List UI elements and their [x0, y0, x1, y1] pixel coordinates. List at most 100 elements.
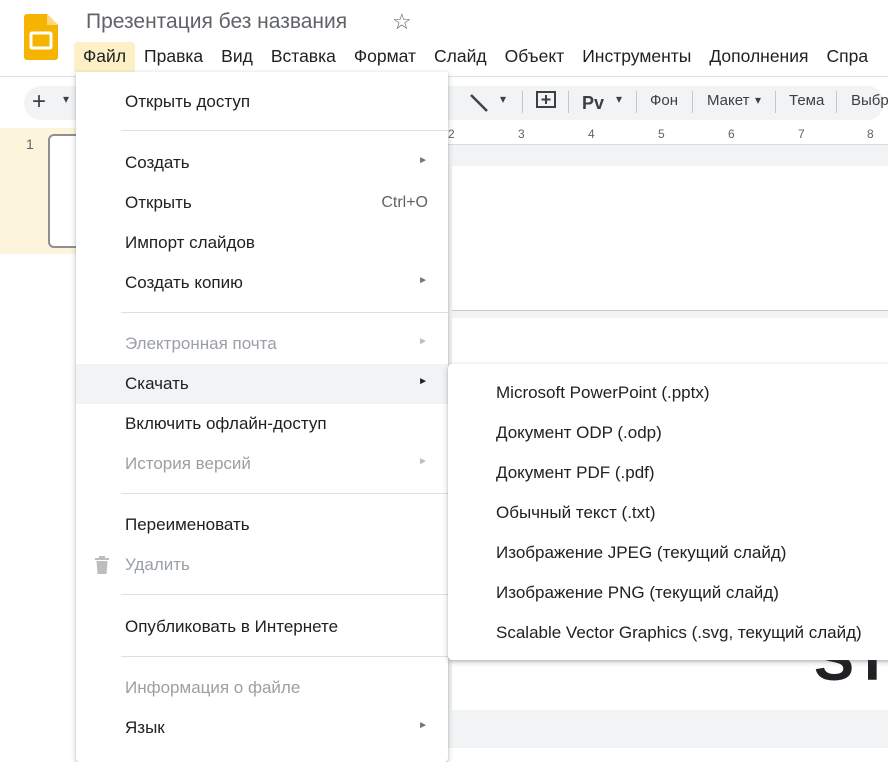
toolbar-separator	[636, 91, 637, 113]
ruler-tick: 4	[588, 127, 595, 141]
trash-icon	[95, 556, 109, 574]
download-svg[interactable]: Scalable Vector Graphics (.svg, текущий …	[448, 613, 888, 653]
submenu-arrow-icon: ►	[418, 376, 428, 387]
menu-item-label: Электронная почта	[125, 334, 277, 353]
menu-item-label: Скачать	[125, 374, 189, 393]
menu-edit[interactable]: Правка	[135, 42, 212, 72]
menu-item-download[interactable]: Скачать ►	[76, 364, 448, 404]
download-pdf[interactable]: Документ PDF (.pdf)	[448, 453, 888, 493]
menu-divider	[121, 656, 448, 657]
ruler-tick: 5	[658, 127, 665, 141]
menu-item-import-slides[interactable]: Импорт слайдов	[76, 223, 448, 263]
submenu-item-label: Microsoft PowerPoint (.pptx)	[496, 383, 710, 402]
download-submenu: Microsoft PowerPoint (.pptx) Документ OD…	[448, 364, 888, 660]
menu-item-version-history: История версий ►	[76, 444, 448, 484]
menu-divider	[121, 594, 448, 595]
layout-dropdown-icon[interactable]: ▾	[755, 93, 761, 107]
submenu-item-label: Scalable Vector Graphics (.svg, текущий …	[496, 623, 862, 642]
ruler-tick: 6	[728, 127, 735, 141]
menu-view[interactable]: Вид	[212, 42, 262, 72]
toolbar-separator	[775, 91, 776, 113]
submenu-item-label: Документ PDF (.pdf)	[496, 463, 655, 482]
theme-button[interactable]: Тема	[789, 92, 824, 109]
app-header: Презентация без названия ☆ Файл Правка В…	[0, 0, 888, 76]
menu-file[interactable]: Файл	[74, 42, 136, 72]
menu-format[interactable]: Формат	[345, 42, 425, 72]
select-button[interactable]: Выбр	[851, 92, 888, 109]
menu-item-label: Информация о файле	[125, 678, 301, 697]
menu-item-make-copy[interactable]: Создать копию ►	[76, 263, 448, 303]
ruler-tick: 7	[798, 127, 805, 141]
download-odp[interactable]: Документ ODP (.odp)	[448, 413, 888, 453]
menu-item-label: Опубликовать в Интернете	[125, 617, 339, 636]
line-dropdown-icon[interactable]: ▾	[500, 92, 506, 106]
slide-number: 1	[26, 136, 34, 152]
submenu-item-label: Изображение JPEG (текущий слайд)	[496, 543, 787, 562]
menu-help[interactable]: Спра	[817, 42, 877, 72]
menu-item-label: Язык	[125, 718, 165, 737]
menu-item-label: Открыть	[125, 193, 192, 212]
menu-tools[interactable]: Инструменты	[573, 42, 700, 72]
menu-item-rename[interactable]: Переименовать	[76, 505, 448, 545]
menu-item-label: Создать копию	[125, 273, 243, 292]
menu-item-delete: Удалить	[76, 545, 448, 585]
slides-logo-icon[interactable]	[24, 14, 58, 60]
menu-item-label: Переименовать	[125, 515, 250, 534]
paint-dropdown-icon[interactable]: ▾	[616, 92, 622, 106]
svg-text:Pv: Pv	[582, 93, 604, 113]
menu-object[interactable]: Объект	[496, 42, 574, 72]
document-title[interactable]: Презентация без названия	[86, 10, 347, 34]
format-paint-icon[interactable]: Pv	[582, 92, 608, 114]
menu-insert[interactable]: Вставка	[262, 42, 345, 72]
slide-canvas-top[interactable]	[452, 166, 888, 311]
toolbar-separator	[568, 91, 569, 113]
toolbar-separator	[836, 91, 837, 113]
horizontal-ruler: 2 3 4 5 6 7 8	[446, 126, 888, 145]
submenu-arrow-icon: ►	[418, 456, 428, 467]
menu-item-label: Создать	[125, 153, 190, 172]
menu-item-share[interactable]: Открыть доступ	[76, 82, 448, 122]
download-txt[interactable]: Обычный текст (.txt)	[448, 493, 888, 533]
menu-item-label: Импорт слайдов	[125, 233, 255, 252]
shortcut-text: Ctrl+O	[381, 194, 428, 211]
menu-item-open[interactable]: Открыть Ctrl+O	[76, 183, 448, 223]
submenu-arrow-icon: ►	[418, 720, 428, 731]
menu-item-label: История версий	[125, 454, 251, 473]
file-menu: Открыть доступ Создать ► Открыть Ctrl+O …	[76, 72, 448, 762]
menu-item-publish[interactable]: Опубликовать в Интернете	[76, 607, 448, 647]
submenu-item-label: Документ ODP (.odp)	[496, 423, 662, 442]
background-button[interactable]: Фон	[650, 92, 678, 109]
menu-addons[interactable]: Дополнения	[700, 42, 817, 72]
menubar: Файл Правка Вид Вставка Формат Слайд Объ…	[74, 42, 877, 72]
submenu-arrow-icon: ►	[418, 336, 428, 347]
line-tool-icon[interactable]	[468, 92, 490, 114]
add-icon[interactable]: +	[32, 88, 46, 116]
toolbar-separator	[692, 91, 693, 113]
menu-divider	[121, 312, 448, 313]
menu-item-label: Включить офлайн-доступ	[125, 414, 327, 433]
ruler-tick: 3	[518, 127, 525, 141]
menu-item-offline[interactable]: Включить офлайн-доступ	[76, 404, 448, 444]
menu-item-language[interactable]: Язык ►	[76, 708, 448, 748]
download-jpeg[interactable]: Изображение JPEG (текущий слайд)	[448, 533, 888, 573]
add-dropdown-icon[interactable]: ▾	[63, 92, 69, 106]
star-icon[interactable]: ☆	[392, 9, 412, 35]
submenu-arrow-icon: ►	[418, 155, 428, 166]
comment-add-icon[interactable]	[535, 90, 557, 112]
layout-button[interactable]: Макет	[707, 92, 749, 109]
download-pptx[interactable]: Microsoft PowerPoint (.pptx)	[448, 373, 888, 413]
ruler-tick: 2	[448, 127, 455, 141]
ruler-tick: 8	[867, 127, 874, 141]
toolbar-separator	[522, 91, 523, 113]
submenu-item-label: Изображение PNG (текущий слайд)	[496, 583, 779, 602]
menu-slide[interactable]: Слайд	[425, 42, 496, 72]
submenu-arrow-icon: ►	[418, 275, 428, 286]
download-png[interactable]: Изображение PNG (текущий слайд)	[448, 573, 888, 613]
menu-divider	[121, 493, 448, 494]
menu-item-label: Открыть доступ	[125, 92, 251, 111]
menu-item-new[interactable]: Создать ►	[76, 143, 448, 183]
menu-item-label: Удалить	[125, 555, 190, 574]
submenu-item-label: Обычный текст (.txt)	[496, 503, 656, 522]
menu-item-file-info: Информация о файле	[76, 668, 448, 708]
menu-divider	[121, 130, 448, 131]
